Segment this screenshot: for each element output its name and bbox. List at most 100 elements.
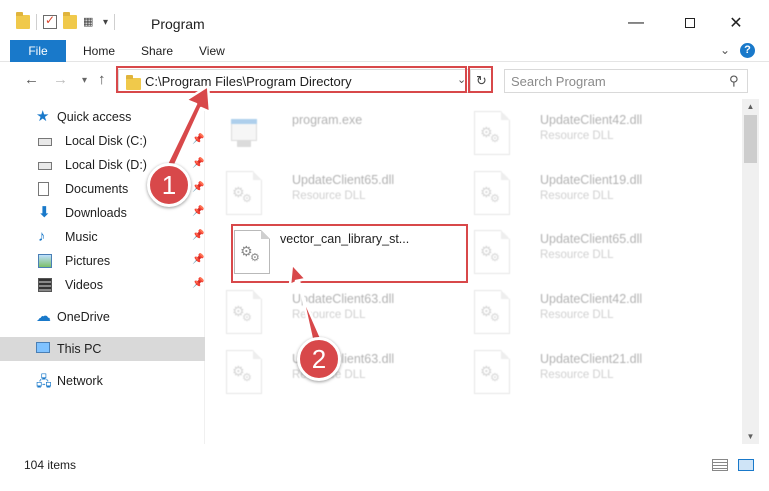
toolbar-divider (114, 14, 116, 30)
file-item[interactable]: ⚙ ⚙ UpdateClient42.dll Resource DLL (466, 284, 696, 340)
file-name: UpdateClient65.dll (292, 173, 395, 187)
maximize-button[interactable] (667, 8, 713, 38)
pin-icon[interactable]: 📌 (192, 134, 204, 145)
sidebar-item-local-disk-c[interactable]: Local Disk (C:) 📌 (0, 129, 205, 153)
star-icon: ★ (36, 108, 50, 125)
dll-file-icon: ⚙ ⚙ (226, 290, 262, 334)
sidebar-item-label: Network (57, 374, 103, 388)
refresh-highlight-box (468, 66, 493, 93)
dll-file-icon: ⚙ ⚙ (226, 350, 262, 394)
file-name: UpdateClient63.dll (292, 292, 395, 306)
customize-dropdown-icon[interactable]: ▾ (103, 17, 108, 28)
pin-icon[interactable]: 📌 (192, 206, 204, 217)
music-icon: ♪ (38, 228, 46, 245)
dll-file-icon: ⚙ ⚙ (226, 171, 262, 215)
file-item[interactable]: program.exe (218, 105, 448, 161)
window-title: Program (151, 16, 205, 32)
sidebar-item-videos[interactable]: Videos 📌 (0, 273, 205, 297)
videos-icon (38, 278, 52, 292)
quick-access-toolbar: ▦ ▾ (16, 12, 116, 30)
file-name: program.exe (292, 113, 363, 127)
file-item[interactable]: ⚙ ⚙ UpdateClient65.dll Resource DLL (466, 224, 696, 280)
pin-icon[interactable]: 📌 (192, 278, 204, 289)
up-arrow-icon[interactable]: ↑ (98, 71, 106, 88)
search-icon[interactable]: ⚲ (729, 73, 739, 89)
search-input[interactable] (511, 73, 721, 89)
close-button[interactable]: ✕ (713, 8, 759, 38)
help-icon[interactable]: ? (740, 43, 755, 58)
sidebar-item-label: Quick access (57, 110, 132, 124)
sidebar-item-this-pc[interactable]: This PC (0, 337, 205, 361)
forward-arrow-icon[interactable]: → (53, 71, 68, 88)
sidebar-item-onedrive[interactable]: ☁ OneDrive (0, 305, 205, 329)
pin-icon[interactable]: 📌 (192, 230, 204, 241)
step-1-badge: 1 (147, 163, 191, 207)
vertical-scrollbar[interactable]: ▲ ▼ (742, 99, 759, 444)
new-folder-icon[interactable] (63, 12, 77, 29)
dll-file-icon: ⚙ ⚙ (474, 171, 510, 215)
expand-ribbon-icon[interactable]: ⌄ (720, 43, 730, 57)
sidebar-item-label: Local Disk (D:) (65, 158, 147, 172)
scroll-down-icon[interactable]: ▼ (742, 429, 759, 444)
file-item[interactable]: ⚙ ⚙ UpdateClient21.dll Resource DLL (466, 344, 696, 400)
tab-home[interactable]: Home (83, 40, 115, 62)
step-2-badge: 2 (297, 337, 341, 381)
sidebar-item-pictures[interactable]: Pictures 📌 (0, 249, 205, 273)
executable-icon (226, 111, 262, 155)
computer-icon (36, 342, 50, 353)
file-type: Resource DLL (540, 130, 614, 142)
file-name: UpdateClient19.dll (540, 173, 643, 187)
file-name: UpdateClient65.dll (540, 232, 643, 246)
file-type: Resource DLL (540, 369, 614, 381)
toolbar-divider (36, 14, 37, 30)
file-name: UpdateClient21.dll (540, 352, 643, 366)
file-item[interactable]: ⚙⚙ UpdateClient63.dll Resource DLL (218, 284, 448, 340)
folder-icon (16, 12, 30, 29)
properties-icon[interactable] (43, 13, 57, 29)
downloads-icon: ⬇ (38, 204, 51, 221)
maximize-icon (685, 18, 695, 28)
file-name: UpdateClient42.dll (540, 292, 643, 306)
file-name: UpdateClient42.dll (540, 113, 643, 127)
pin-icon[interactable]: 📌 (192, 158, 204, 169)
address-highlight-box (116, 66, 467, 93)
sidebar-item-label: Videos (65, 278, 103, 292)
pin-icon[interactable]: 📌 (192, 254, 204, 265)
search-box[interactable]: ⚲ (504, 69, 748, 93)
scroll-thumb[interactable] (744, 115, 757, 163)
cloud-icon: ☁ (36, 308, 51, 325)
tab-file[interactable]: File (10, 40, 66, 62)
sidebar-item-label: This PC (57, 342, 102, 356)
ribbon-tabs: File Home Share View ⌄ ? (0, 40, 769, 62)
sidebar-item-network[interactable]: 🖧 Network (0, 369, 205, 393)
status-bar: 104 items (0, 453, 769, 475)
recent-locations-icon[interactable]: ▾ (82, 75, 87, 86)
sidebar-item-label: Pictures (65, 254, 111, 268)
navigation-pane: ★ Quick access Local Disk (C:) 📌 Local D… (0, 99, 205, 444)
tab-share[interactable]: Share (141, 40, 173, 62)
scroll-up-icon[interactable]: ▲ (742, 99, 759, 114)
pin-icon[interactable]: 📌 (192, 182, 204, 193)
back-arrow-icon[interactable]: ← (24, 71, 39, 88)
network-icon: 🖧 (36, 373, 52, 389)
file-item[interactable]: ⚙ ⚙ UpdateClient42.dll Resource DLL (466, 105, 696, 161)
minimize-button[interactable]: — (613, 8, 659, 38)
sidebar-item-label: OneDrive (57, 310, 110, 324)
file-type: Resource DLL (540, 309, 614, 321)
dll-file-icon: ⚙ ⚙ (474, 111, 510, 155)
sidebar-item-label: Documents (65, 182, 129, 196)
sidebar-item-music[interactable]: ♪ Music 📌 (0, 225, 205, 249)
sidebar-item-label: Local Disk (C:) (65, 134, 147, 148)
dll-file-icon: ⚙ ⚙ (474, 350, 510, 394)
file-type: Resource DLL (292, 190, 366, 202)
details-view-icon[interactable] (712, 459, 728, 471)
tab-view[interactable]: View (199, 40, 225, 62)
file-type: Resource DLL (540, 190, 614, 202)
sidebar-item-label: Music (65, 230, 98, 244)
file-item[interactable]: ⚙ ⚙ UpdateClient65.dll Resource DLL (218, 165, 448, 221)
sidebar-item-quick-access[interactable]: ★ Quick access (0, 105, 205, 129)
sidebar-item-label: Downloads (65, 206, 127, 220)
customize-toolbar-icon[interactable]: ▦ (83, 15, 97, 29)
large-icons-view-icon[interactable] (738, 459, 754, 471)
file-item[interactable]: ⚙ ⚙ UpdateClient19.dll Resource DLL (466, 165, 696, 221)
